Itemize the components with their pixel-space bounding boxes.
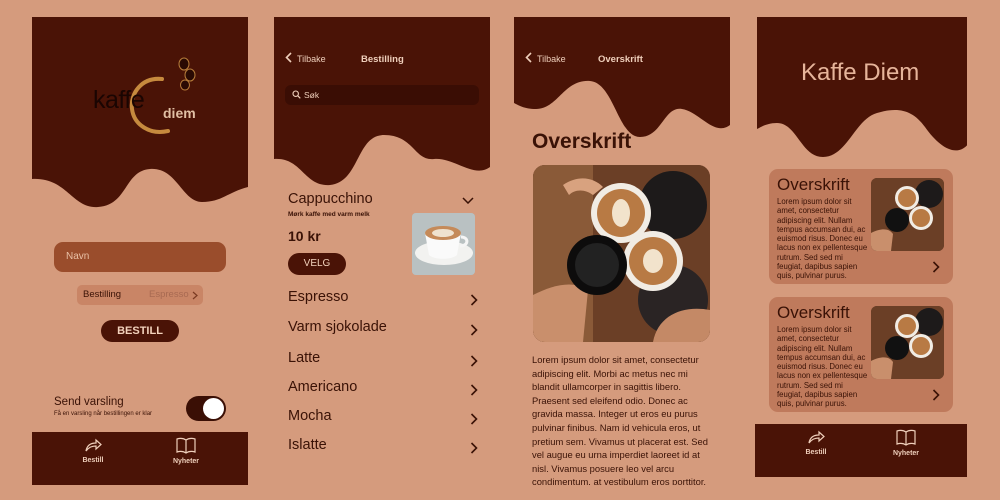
screen-menu: Tilbake Bestilling Søk Cappucchino Mørk … [274, 17, 490, 485]
header-wave [514, 17, 730, 137]
tab-bar: Bestill Nyheter [755, 424, 967, 477]
back-button[interactable]: Tilbake [285, 52, 326, 64]
chevron-right-icon [192, 291, 198, 300]
menu-item-espresso[interactable]: Espresso [288, 289, 478, 311]
article-body: Lorem ipsum dolor sit amet, consectetur … [532, 354, 708, 485]
news-card-image [871, 178, 944, 251]
news-card[interactable]: Overskrift Lorem ipsum dolor sit amet, c… [769, 297, 953, 412]
news-card-title: Overskrift [777, 175, 850, 194]
page-title: Overskrift [598, 54, 643, 65]
screen-article: Tilbake Overskrift Overskrift Lorem ipsu… [514, 17, 730, 485]
chevron-right-icon [932, 389, 940, 401]
tab-nyheter[interactable]: Nyheter [156, 437, 216, 465]
tab-bestill[interactable]: Bestill [786, 430, 846, 456]
tab-bar: Bestill Nyheter [32, 432, 248, 485]
back-button[interactable]: Tilbake [525, 52, 566, 64]
chevron-right-icon [932, 261, 940, 273]
notify-subtitle: Få en varsling når bestillingen er klar [54, 411, 153, 417]
logo-word-diem: diem [163, 105, 196, 121]
coffee-beans-icon [177, 57, 197, 96]
news-card-title: Overskrift [777, 303, 850, 322]
chevron-right-icon [470, 442, 478, 454]
selected-item-price: 10 kr [288, 228, 321, 244]
notify-title: Send varsling [54, 396, 124, 408]
chevron-down-icon[interactable] [462, 197, 474, 204]
notify-toggle[interactable] [186, 396, 226, 421]
chevron-right-icon [470, 355, 478, 367]
order-select-value: Espresso [149, 289, 189, 300]
chevron-right-icon [470, 413, 478, 425]
order-select-label: Bestilling [83, 289, 122, 300]
app-title: Kaffe Diem [801, 59, 920, 86]
back-chevron-icon [525, 52, 532, 63]
share-arrow-icon [808, 430, 825, 444]
header-wave [757, 17, 967, 157]
chevron-right-icon [470, 384, 478, 396]
news-card[interactable]: Overskrift Lorem ipsum dolor sit amet, c… [769, 169, 953, 284]
order-select[interactable]: Bestilling Espresso [77, 285, 203, 305]
tab-nyheter[interactable]: Nyheter [876, 429, 936, 457]
select-button[interactable]: VELG [288, 253, 346, 275]
screen-news: Kaffe Diem Overskrift Lorem ipsum dolor … [755, 17, 967, 485]
back-chevron-icon [285, 52, 292, 63]
logo-word-kaffe: kaffe [93, 86, 145, 114]
search-icon [292, 90, 301, 99]
search-input[interactable]: Søk [285, 85, 479, 105]
menu-item-islatte[interactable]: Islatte [288, 437, 478, 459]
name-input[interactable]: Navn [54, 242, 226, 272]
selected-item-desc: Mørk kaffe med varm melk [288, 211, 370, 218]
cappuccino-image [412, 213, 475, 275]
menu-item-latte[interactable]: Latte [288, 350, 478, 372]
screen-order-form: kaffe diem Navn Bestilling Espresso BEST… [32, 17, 248, 485]
open-book-icon [176, 437, 196, 454]
menu-item-americano[interactable]: Americano [288, 379, 478, 401]
tab-bestill[interactable]: Bestill [63, 438, 123, 464]
news-card-body: Lorem ipsum dolor sit amet, consectetur … [777, 325, 868, 409]
order-button[interactable]: BESTILL [101, 320, 179, 342]
menu-item-varm-sjokolade[interactable]: Varm sjokolade [288, 319, 478, 341]
chevron-right-icon [470, 294, 478, 306]
open-book-icon [896, 429, 916, 446]
article-image [533, 165, 710, 342]
news-card-image [871, 306, 944, 379]
header-wave [274, 17, 490, 186]
article-heading: Overskrift [532, 130, 632, 153]
menu-item-mocha[interactable]: Mocha [288, 408, 478, 430]
share-arrow-icon [85, 438, 102, 452]
chevron-right-icon [470, 324, 478, 336]
page-title: Bestilling [361, 54, 404, 65]
news-card-body: Lorem ipsum dolor sit amet, consectetur … [777, 197, 868, 281]
selected-item-name: Cappucchino [288, 191, 373, 207]
